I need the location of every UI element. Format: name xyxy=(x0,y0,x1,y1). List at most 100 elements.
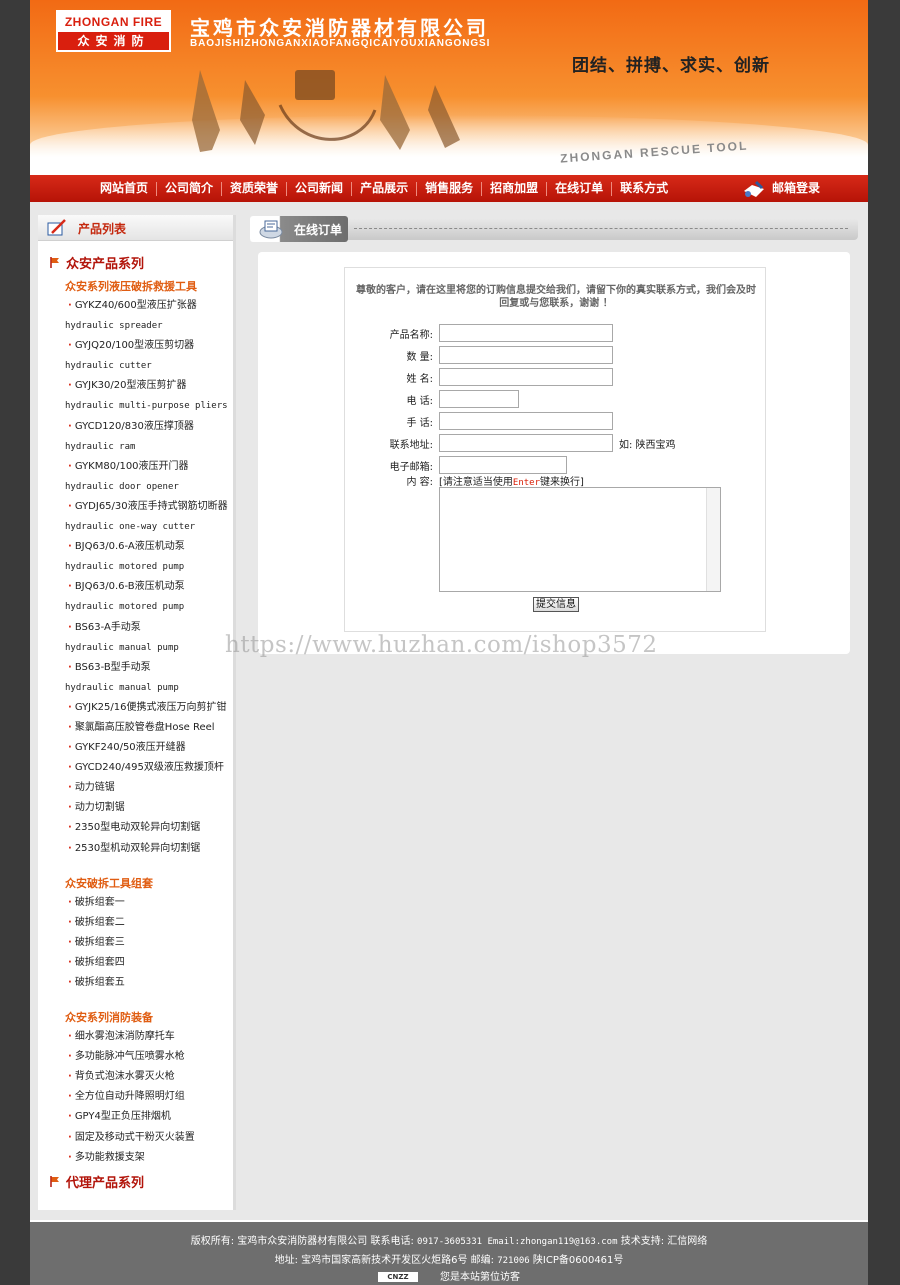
product-link[interactable]: 2350型电动双轮异向切割锯 xyxy=(68,818,233,838)
order-form: 尊敬的客户，请在这里将您的订购信息提交给我们，请留下你的真实联系方式，我们会及时… xyxy=(344,267,766,632)
cnzz-badge[interactable]: CNZZ xyxy=(378,1272,418,1282)
nav-contact[interactable]: 联系方式 xyxy=(612,175,676,202)
phone-label: 电 话: xyxy=(406,395,433,407)
product-link[interactable]: GYKF240/50液压开缝器 xyxy=(68,738,233,758)
submit-button[interactable]: 提交信息 xyxy=(533,597,579,612)
phone-input[interactable] xyxy=(439,390,519,408)
flag-icon xyxy=(50,1175,59,1187)
product-link[interactable]: GYKM80/100液压开门器 xyxy=(68,457,233,477)
footer-icp: 陕ICP备0600461号 xyxy=(529,1255,624,1266)
footer-copyright-pre: 版权所有: 宝鸡市众安消防器材有限公司 联系电话: xyxy=(190,1236,418,1247)
logo-text-en: ZHONGAN FIRE xyxy=(58,12,169,32)
product-link[interactable]: 固定及移动式干粉灭火装置 xyxy=(68,1128,233,1148)
name-input[interactable] xyxy=(439,368,613,386)
nav-products[interactable]: 产品展示 xyxy=(352,175,416,202)
address-hint: 如: 陕西宝鸡 xyxy=(619,439,676,451)
product-link[interactable]: GYJK30/20型液压剪扩器 xyxy=(68,376,233,396)
content-note: [请注意适当使用Enter键来换行] xyxy=(439,473,584,488)
product-link[interactable]: GYJK25/16便携式液压万向剪扩钳 xyxy=(68,698,233,718)
product-link[interactable]: GYJQ20/100型液压剪切器 xyxy=(68,336,233,356)
page: ZHONGAN FIRE 众安消防 宝鸡市众安消防器材有限公司 BAOJISHI… xyxy=(30,0,868,1285)
mail-login-label: 邮箱登录 xyxy=(771,181,820,195)
product-link[interactable]: 动力切割锯 xyxy=(68,798,233,818)
nav-online-order[interactable]: 在线订单 xyxy=(547,175,611,202)
product-link[interactable]: GYDJ65/30液压手持式钢筋切断器 xyxy=(68,497,233,517)
row-address: 联系地址: 如: 陕西宝鸡 xyxy=(353,434,676,452)
product-link[interactable]: BS63-B型手动泵 xyxy=(68,658,233,678)
product-link[interactable]: 破拆组套四 xyxy=(68,953,233,973)
product-link[interactable]: 2530型机动双轮异向切割锯 xyxy=(68,839,233,859)
logo[interactable]: ZHONGAN FIRE 众安消防 xyxy=(56,10,171,52)
subcategory-fire-equipment[interactable]: 众安系列消防装备 xyxy=(65,1009,233,1025)
product-link[interactable]: 破拆组套五 xyxy=(68,973,233,993)
product-link[interactable]: 破拆组套二 xyxy=(68,913,233,933)
sidebar-header: 产品列表 xyxy=(38,215,233,241)
nav-franchise[interactable]: 招商加盟 xyxy=(482,175,546,202)
product-link[interactable]: GYCD240/495双级液压救援顶杆 xyxy=(68,758,233,778)
email-label: 电子邮箱: xyxy=(389,461,433,473)
product-en-name: hydraulic manual pump xyxy=(65,642,179,653)
address-label: 联系地址: xyxy=(389,439,433,451)
product-link[interactable]: BS63-A手动泵 xyxy=(68,618,233,638)
row-email: 电子邮箱: xyxy=(353,456,567,474)
product-link[interactable]: 背负式泡沫水雾灭火枪 xyxy=(68,1067,233,1087)
order-icon xyxy=(259,220,283,239)
slogan: 团结、拼搏、求实、创新 xyxy=(572,56,770,76)
quantity-label: 数 量: xyxy=(406,351,433,363)
footer-support: 技术支持: 汇信网络 xyxy=(617,1236,708,1247)
category-agent-products[interactable]: 代理产品系列 xyxy=(50,1172,233,1191)
footer-postcode: 721006 xyxy=(497,1256,530,1266)
nav-about[interactable]: 公司简介 xyxy=(157,175,221,202)
address-input[interactable] xyxy=(439,434,613,452)
product-link[interactable]: BJQ63/0.6-B液压机动泵 xyxy=(68,577,233,597)
nav-sales-service[interactable]: 销售服务 xyxy=(417,175,481,202)
category-zhongan[interactable]: 众安产品系列 xyxy=(50,253,233,272)
nav-news[interactable]: 公司新闻 xyxy=(287,175,351,202)
product-en-name: hydraulic ram xyxy=(65,441,136,452)
form-intro: 尊敬的客户，请在这里将您的订购信息提交给我们，请留下你的真实联系方式，我们会及时… xyxy=(356,285,756,309)
main-nav: 网站首页 公司简介 资质荣誉 公司新闻 产品展示 销售服务 招商加盟 在线订单 … xyxy=(30,175,868,202)
product-link[interactable]: 聚氯酯高压胶管卷盘Hose Reel xyxy=(68,718,233,738)
product-link[interactable]: 破拆组套一 xyxy=(68,893,233,913)
product-en-name: hydraulic multi-purpose pliers xyxy=(65,401,228,412)
product-link[interactable]: GPY4型正负压排烟机 xyxy=(68,1107,233,1127)
mail-login-link[interactable]: 邮箱登录 xyxy=(742,175,820,202)
textarea-scrollbar[interactable] xyxy=(706,488,720,591)
visitor-counter: 您是本站第位访客 xyxy=(440,1272,520,1283)
product-list-icon xyxy=(47,219,66,236)
product-link[interactable]: 全方位自动升降照明灯组 xyxy=(68,1087,233,1107)
footer-line-address: 地址: 宝鸡市国家高新技术开发区火炬路6号 邮编: 721006 陕ICP备06… xyxy=(30,1251,868,1266)
product-link[interactable]: 细水雾泡沫消防摩托车 xyxy=(68,1027,233,1047)
logo-text-cn: 众安消防 xyxy=(77,34,150,48)
product-link[interactable]: BJQ63/0.6-A液压机动泵 xyxy=(68,537,233,557)
footer-line-counter: CNZZ 您是本站第位访客 xyxy=(30,1268,868,1283)
nav-home[interactable]: 网站首页 xyxy=(92,175,156,202)
email-input[interactable] xyxy=(439,456,567,474)
header-banner: ZHONGAN FIRE 众安消防 宝鸡市众安消防器材有限公司 BAOJISHI… xyxy=(30,0,868,175)
sidebar-title: 产品列表 xyxy=(78,222,127,236)
order-panel: 尊敬的客户，请在这里将您的订购信息提交给我们，请留下你的真实联系方式，我们会及时… xyxy=(258,252,850,654)
product-link[interactable]: 多功能救援支架 xyxy=(68,1148,233,1168)
subcategory-hydraulic-tools[interactable]: 众安系列液压破拆救援工具 xyxy=(65,278,233,294)
watermark: https://www.huzhan.com/ishop3572 xyxy=(225,632,658,658)
company-name: 宝鸡市众安消防器材有限公司 xyxy=(190,16,489,40)
product-link[interactable]: 多功能脉冲气压喷雾水枪 xyxy=(68,1047,233,1067)
quantity-input[interactable] xyxy=(439,346,613,364)
product-name-input[interactable] xyxy=(439,324,613,342)
nav-honors[interactable]: 资质荣誉 xyxy=(222,175,286,202)
row-phone: 电 话: xyxy=(353,390,519,408)
content-textarea[interactable] xyxy=(439,487,721,592)
product-link[interactable]: GYCD120/830液压撑顶器 xyxy=(68,417,233,437)
product-link[interactable]: GYKZ40/600型液压扩张器 xyxy=(68,296,233,316)
subcategory-tool-sets[interactable]: 众安破拆工具组套 xyxy=(65,875,233,891)
mobile-input[interactable] xyxy=(439,412,613,430)
category-label: 代理产品系列 xyxy=(66,1175,145,1191)
product-en-name: hydraulic door opener xyxy=(65,481,179,492)
product-link[interactable]: 破拆组套三 xyxy=(68,933,233,953)
footer-contact: 0917-3605331 Email:zhongan119@163.com xyxy=(417,1237,618,1247)
content-label: 内 容: xyxy=(406,477,433,488)
product-en-name: hydraulic motored pump xyxy=(65,602,185,613)
product-label: 产品名称: xyxy=(389,329,433,341)
row-mobile: 手 话: xyxy=(353,412,613,430)
product-link[interactable]: 动力链锯 xyxy=(68,778,233,798)
